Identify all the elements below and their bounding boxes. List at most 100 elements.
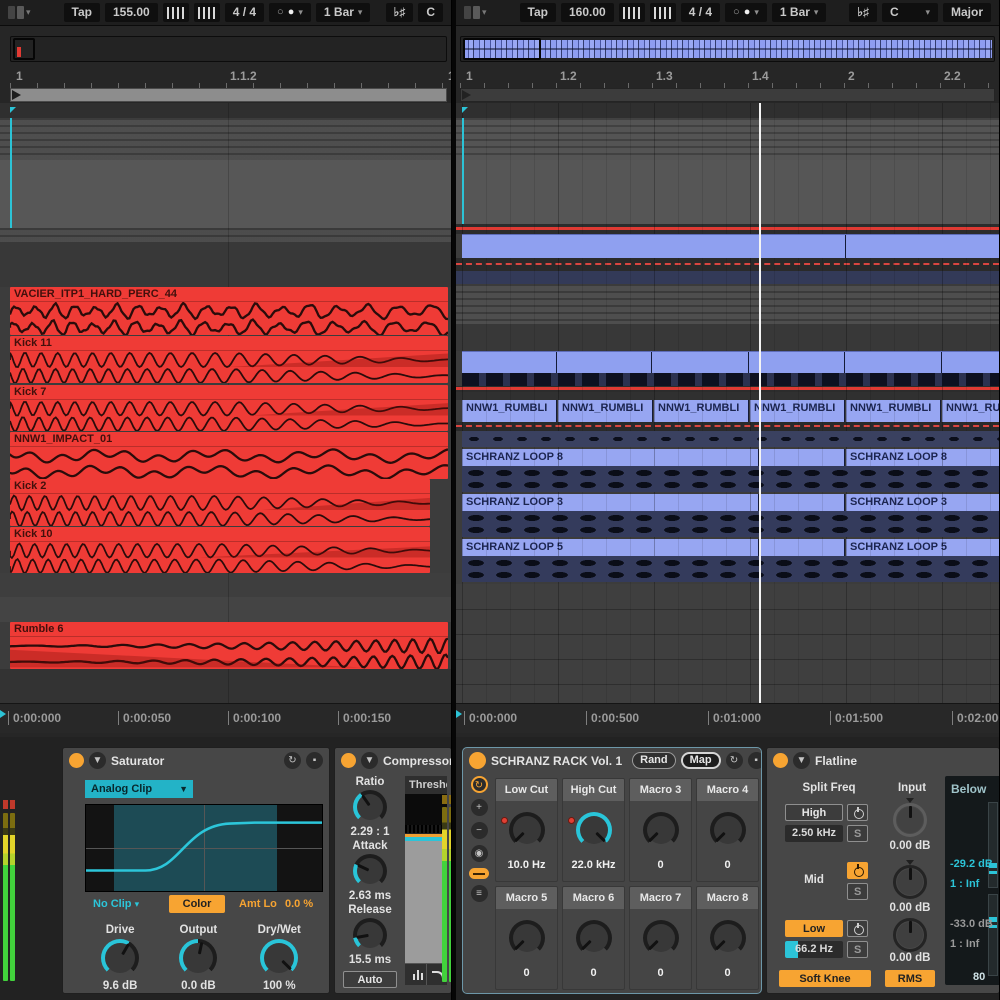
quantize-selector[interactable]: 1 Bar▾ [316,3,371,22]
mid-gain-value[interactable]: 0.00 dB [879,902,941,914]
mid-gain-knob[interactable] [893,865,927,899]
root-note-selector[interactable]: C [418,3,443,22]
save-preset-icon[interactable]: ▪ [306,752,323,769]
macro-knob[interactable] [576,812,612,848]
time-ruler-right[interactable]: 0:00:000 0:00:500 0:01:000 0:01:500 0:02… [456,703,999,733]
high-band-button[interactable]: High [785,804,843,821]
scrub-area[interactable] [10,88,447,102]
fold-device-icon[interactable]: ▼ [361,752,378,769]
clip-waveform[interactable] [462,511,999,537]
macro-knob[interactable] [509,812,545,848]
phase-nudge-down-icon[interactable] [163,3,189,22]
input-gain-value[interactable]: 0.00 dB [879,840,941,852]
high-freq-value[interactable]: 2.50 kHz [785,825,843,842]
soft-knee-button[interactable]: Soft Knee [779,970,871,987]
audio-clip-vacier[interactable]: VACIER_ITP1_HARD_PERC_44 [10,287,448,335]
clip-label[interactable]: NNW1_RUMBLI [942,400,999,422]
mid-solo-button[interactable]: S [847,883,868,900]
hot-swap-icon[interactable]: ↻ [726,752,743,769]
output-knob[interactable] [179,939,217,977]
ratio-knob[interactable] [353,790,387,824]
audio-clip-kick10[interactable]: Kick 10 [10,527,430,573]
overview-viewport[interactable] [13,38,35,60]
audio-clip-kick7[interactable]: Kick 7 [10,385,448,431]
phase-nudge-down-icon[interactable] [619,3,645,22]
release-knob[interactable] [353,918,387,952]
macro-map-icon[interactable]: ↻ [471,776,488,793]
tempo-field[interactable]: 160.00 [561,3,614,22]
clip-mode-selector[interactable]: No Clip ▾ [93,898,139,910]
high-power-button[interactable] [847,804,868,821]
pad-grid-icon[interactable]: ▾ [464,6,487,19]
input-gain-knob[interactable] [893,803,927,837]
rand-button[interactable]: Rand [632,752,676,769]
groove-selector[interactable]: ○●▾ [269,3,311,22]
add-macro-icon[interactable]: + [471,799,488,816]
threshold-slider[interactable] [988,802,998,888]
clip-label[interactable]: SCHRANZ LOOP 5 [846,539,999,556]
remove-macro-icon[interactable]: − [471,822,488,839]
macro-knob[interactable] [710,920,746,956]
clip-label[interactable]: NNW1_RUMBLI [846,400,941,422]
fold-device-icon[interactable]: ▼ [793,752,810,769]
shaper-curve-display[interactable] [85,804,323,892]
auto-release-button[interactable]: Auto [343,971,397,988]
macro-knob[interactable] [710,812,746,848]
clip-waveform[interactable] [462,556,999,582]
scrub-area[interactable] [460,88,995,102]
hot-swap-icon[interactable]: ↻ [284,752,301,769]
macro-knob[interactable] [643,812,679,848]
rms-button[interactable]: RMS [885,970,935,987]
clip-label[interactable]: NNW1_RUMBLI [654,400,749,422]
color-toggle-button[interactable]: Color [169,895,225,913]
accidental-toggle[interactable]: ♭♯ [386,3,414,22]
clip-label[interactable]: SCHRANZ LOOP 3 [462,494,759,511]
clip-label[interactable]: NNW1_RUMBLI [558,400,653,422]
low-gain-value[interactable]: 0.00 dB [879,952,941,964]
time-ruler-left[interactable]: 0:00:000 0:00:050 0:00:100 0:00:150 [0,703,451,733]
low-power-button[interactable] [847,920,868,937]
scale-selector[interactable]: Major [943,3,991,22]
blue-clip-band[interactable] [462,351,999,373]
macro-knob[interactable] [576,920,612,956]
shaper-type-selector[interactable]: Analog Clip▼ [85,780,193,798]
variation-icon[interactable]: ◉ [471,845,488,862]
overview-viewport[interactable] [463,38,541,60]
fold-device-icon[interactable]: ▼ [89,752,106,769]
threshold-slider[interactable] [988,894,998,976]
tempo-field[interactable]: 155.00 [105,3,158,22]
midi-blocks-band[interactable] [462,373,999,386]
audio-clip-impact[interactable]: NNW1_IMPACT_01 [10,432,448,479]
low-gain-knob[interactable] [893,918,927,952]
root-note-selector[interactable]: C▾ [882,3,938,22]
drywet-knob[interactable] [260,939,298,977]
phase-nudge-up-icon[interactable] [194,3,220,22]
audio-clip-rumble6[interactable]: Rumble 6 [10,622,448,669]
tap-tempo-button[interactable]: Tap [520,3,556,22]
macro-knob[interactable] [643,920,679,956]
clip-label[interactable]: SCHRANZ LOOP 5 [462,539,759,556]
arrangement-overview[interactable] [10,36,447,62]
low-freq-value[interactable]: 66.2 Hz [785,941,843,958]
clip-label[interactable]: SCHRANZ LOOP 3 [846,494,999,511]
macro-knob[interactable] [509,920,545,956]
pad-grid-icon[interactable]: ▾ [8,6,31,19]
amt-value[interactable]: 0.0 % [285,898,313,910]
device-activator[interactable] [341,753,356,768]
attack-knob[interactable] [353,854,387,888]
high-solo-button[interactable]: S [847,825,868,842]
mid-power-button[interactable] [847,862,868,879]
drive-knob[interactable] [101,939,139,977]
groove-selector[interactable]: ○●▾ [725,3,767,22]
chain-list-icon[interactable]: ≡ [471,885,488,902]
save-preset-icon[interactable]: ▪ [748,752,762,769]
device-activator[interactable] [773,753,788,768]
low-band-button[interactable]: Low [785,920,843,937]
beat-ruler[interactable]: 1 1.2 1.3 1.4 2 2.2 [460,66,999,88]
clip-label[interactable]: NNW1_RUMBLI [462,400,557,422]
activity-view-button[interactable] [405,964,427,985]
device-activator[interactable] [69,753,84,768]
accidental-toggle[interactable]: ♭♯ [849,3,877,22]
quantize-selector[interactable]: 1 Bar▾ [772,3,827,22]
blue-clip-band[interactable] [462,234,999,258]
